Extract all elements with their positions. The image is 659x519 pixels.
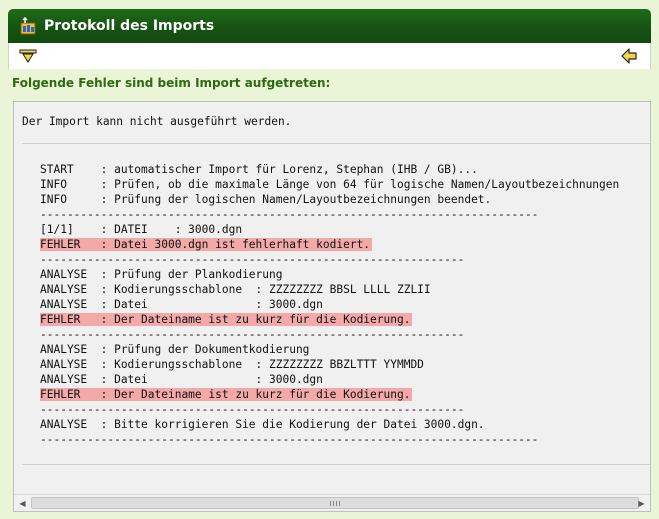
scroll-right-button[interactable]: ▶ bbox=[633, 495, 650, 511]
window-title: Protokoll des Imports bbox=[44, 18, 215, 34]
log-line-text: ----------------------------------------… bbox=[40, 403, 465, 416]
log-line: INFO : Prüfung der logischen Namen/Layou… bbox=[40, 192, 621, 207]
log-line-text: ANALYSE : Kodierungsschablone : ZZZZZZZZ… bbox=[40, 358, 424, 371]
log-line-text: FEHLER : Der Dateiname ist zu kurz für d… bbox=[40, 388, 413, 401]
scroll-left-button[interactable]: ◀ bbox=[14, 495, 31, 511]
log-line-text: FEHLER : Datei 3000.dgn ist fehlerhaft k… bbox=[40, 238, 373, 251]
import-log-panel[interactable]: Der Import kann nicht ausgeführt werden.… bbox=[13, 101, 651, 512]
log-line-text: INFO : Prüfung der logischen Namen/Layou… bbox=[40, 193, 492, 206]
log-separator-top bbox=[22, 143, 650, 144]
log-line: [1/1] : DATEI : 3000.dgn bbox=[40, 222, 621, 237]
log-line-text: FEHLER : Der Dateiname ist zu kurz für d… bbox=[40, 313, 413, 326]
log-line: ----------------------------------------… bbox=[40, 327, 621, 342]
log-line: ANALYSE : Prüfung der Plankodierung bbox=[40, 267, 621, 282]
log-line-text: START : automatischer Import für Lorenz,… bbox=[40, 163, 478, 176]
log-line-text: ----------------------------------------… bbox=[40, 253, 465, 266]
log-line: ANALYSE : Kodierungsschablone : ZZZZZZZZ… bbox=[40, 282, 621, 297]
toolbar bbox=[8, 43, 651, 69]
log-line-error: FEHLER : Der Dateiname ist zu kurz für d… bbox=[40, 387, 621, 402]
log-line-text: ANALYSE : Kodierungsschablone : ZZZZZZZZ… bbox=[40, 283, 431, 296]
log-line-text: INFO : Prüfen, ob die maximale Länge von… bbox=[40, 178, 620, 191]
log-line: ----------------------------------------… bbox=[40, 402, 621, 417]
log-line: ANALYSE : Bitte korrigieren Sie die Kodi… bbox=[40, 417, 621, 432]
log-line-text: ----------------------------------------… bbox=[40, 208, 539, 221]
log-line-text: ANALYSE : Datei : 3000.dgn bbox=[40, 298, 323, 311]
log-line-text: ANALYSE : Datei : 3000.dgn bbox=[40, 373, 323, 386]
log-line-text: ANALYSE : Bitte korrigieren Sie die Kodi… bbox=[40, 418, 485, 431]
log-lines: START : automatischer Import für Lorenz,… bbox=[40, 162, 621, 447]
log-line: ----------------------------------------… bbox=[40, 252, 621, 267]
log-line-text: [1/1] : DATEI : 3000.dgn bbox=[40, 223, 243, 236]
download-arrow-icon[interactable] bbox=[19, 48, 37, 64]
log-line: ANALYSE : Datei : 3000.dgn bbox=[40, 297, 621, 312]
log-line: ANALYSE : Kodierungsschablone : ZZZZZZZZ… bbox=[40, 357, 621, 372]
log-line-text: ANALYSE : Prüfung der Plankodierung bbox=[40, 268, 283, 281]
log-line: ----------------------------------------… bbox=[40, 432, 621, 447]
log-line-error: FEHLER : Der Dateiname ist zu kurz für d… bbox=[40, 312, 621, 327]
log-content: Der Import kann nicht ausgeführt werden.… bbox=[14, 102, 650, 494]
scrollbar-thumb[interactable] bbox=[31, 497, 639, 509]
log-separator-bottom bbox=[22, 464, 650, 465]
log-line: INFO : Prüfen, ob die maximale Länge von… bbox=[40, 177, 621, 192]
log-line: START : automatischer Import für Lorenz,… bbox=[40, 162, 621, 177]
horizontal-scrollbar[interactable]: ◀ ▶ bbox=[14, 494, 650, 511]
section-heading: Folgende Fehler sind beim Import aufgetr… bbox=[12, 76, 331, 90]
log-line: ANALYSE : Datei : 3000.dgn bbox=[40, 372, 621, 387]
import-icon bbox=[20, 17, 36, 35]
log-line-text: ----------------------------------------… bbox=[40, 328, 465, 341]
log-line: ----------------------------------------… bbox=[40, 207, 621, 222]
log-line-text: ANALYSE : Prüfung der Dokumentkodierung bbox=[40, 343, 310, 356]
scrollbar-track[interactable] bbox=[31, 497, 639, 509]
log-line-text: ----------------------------------------… bbox=[40, 433, 539, 446]
log-header: Der Import kann nicht ausgeführt werden. bbox=[22, 115, 292, 128]
log-line: ANALYSE : Prüfung der Dokumentkodierung bbox=[40, 342, 621, 357]
scrollbar-grip-icon bbox=[330, 501, 340, 506]
window-titlebar: Protokoll des Imports bbox=[8, 9, 651, 43]
log-line-error: FEHLER : Datei 3000.dgn ist fehlerhaft k… bbox=[40, 237, 621, 252]
back-arrow-icon[interactable] bbox=[620, 47, 638, 65]
